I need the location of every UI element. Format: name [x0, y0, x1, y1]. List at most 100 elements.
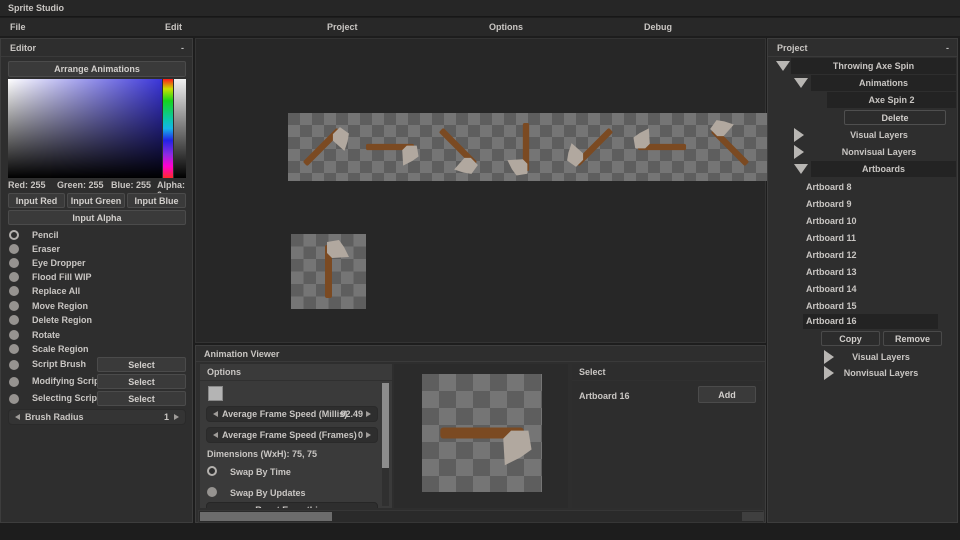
radio-icon[interactable] — [9, 344, 19, 354]
tree-node-root[interactable]: Throwing Axe Spin — [768, 58, 957, 75]
tool-flood-fill[interactable]: Flood Fill WIP — [9, 271, 184, 283]
axe-frame-6[interactable] — [628, 113, 696, 181]
script-brush-select-button[interactable]: Select — [97, 357, 186, 372]
radio-icon[interactable] — [9, 315, 19, 325]
artboard-visual-layers-label[interactable]: Visual Layers — [830, 349, 932, 365]
radio-icon[interactable] — [9, 394, 19, 404]
tool-modifying-script-brush[interactable]: Modifying Script Brush Select — [9, 375, 184, 387]
artboards-label[interactable]: Artboards — [811, 161, 956, 177]
copy-artboard-button[interactable]: Copy — [821, 331, 880, 346]
animation-preview[interactable] — [422, 374, 542, 492]
radio-icon[interactable] — [9, 360, 19, 370]
artboard-item-12[interactable]: Artboard 12 — [806, 248, 857, 263]
artboard-item-9[interactable]: Artboard 9 — [806, 197, 852, 212]
animation-strip[interactable] — [288, 113, 768, 181]
radio-icon[interactable] — [9, 330, 19, 340]
radio-icon[interactable] — [9, 286, 19, 296]
radio-icon[interactable] — [9, 377, 19, 387]
tool-eye-dropper[interactable]: Eye Dropper — [9, 257, 184, 269]
input-green-button[interactable]: Input Green — [67, 193, 125, 208]
artboard-item-13[interactable]: Artboard 13 — [806, 265, 857, 280]
expand-triangle-icon[interactable] — [794, 78, 808, 88]
edit-frame[interactable] — [291, 234, 366, 309]
increment-arrow-icon[interactable] — [174, 414, 179, 420]
expand-triangle-icon[interactable] — [794, 164, 808, 174]
input-alpha-button[interactable]: Input Alpha — [8, 210, 186, 225]
radio-icon[interactable] — [9, 258, 19, 268]
tree-node-animations[interactable]: Animations — [768, 75, 957, 92]
artboard-item-16-selected[interactable]: Artboard 16 — [803, 314, 938, 329]
color-hue-slider[interactable] — [163, 79, 173, 178]
menu-file[interactable]: File — [10, 18, 26, 36]
color-saturation-value-picker[interactable] — [8, 79, 162, 178]
options-scrollbar-thumb[interactable] — [382, 383, 389, 468]
nonvisual-layers-label[interactable]: Nonvisual Layers — [811, 144, 947, 160]
increment-arrow-icon[interactable] — [366, 411, 371, 417]
tool-script-brush[interactable]: Script Brush Select — [9, 358, 184, 370]
tree-node-artboards[interactable]: Artboards — [768, 161, 957, 178]
reset-everything-button[interactable]: Reset Everything — [206, 502, 378, 508]
radio-icon[interactable] — [207, 466, 217, 476]
tool-eraser[interactable]: Eraser — [9, 243, 184, 255]
radio-icon[interactable] — [9, 272, 19, 282]
tree-node-visual-layers[interactable]: Visual Layers — [768, 127, 957, 143]
scrollbar-corner[interactable] — [742, 512, 764, 521]
tree-root-label[interactable]: Throwing Axe Spin — [791, 58, 956, 74]
radio-icon[interactable] — [9, 244, 19, 254]
animation-name-label[interactable]: Axe Spin 2 — [827, 92, 956, 108]
artboard-item-15[interactable]: Artboard 15 — [806, 299, 857, 314]
frame-speed-millis-stepper[interactable]: Average Frame Speed (Millis) 92.49 — [206, 406, 378, 422]
tree-node-artboard-nonvisual-layers[interactable]: Nonvisual Layers — [768, 365, 957, 381]
tree-node-nonvisual-layers[interactable]: Nonvisual Layers — [768, 144, 957, 160]
tool-move-region[interactable]: Move Region — [9, 300, 184, 312]
artboard-nonvisual-layers-label[interactable]: Nonvisual Layers — [830, 365, 932, 381]
decrement-arrow-icon[interactable] — [213, 411, 218, 417]
axe-frame-1[interactable] — [288, 113, 356, 181]
decrement-arrow-icon[interactable] — [15, 414, 20, 420]
selecting-script-brush-select-button[interactable]: Select — [97, 391, 186, 406]
input-red-button[interactable]: Input Red — [8, 193, 65, 208]
axe-frame-7[interactable] — [696, 113, 764, 181]
artboard-item-10[interactable]: Artboard 10 — [806, 214, 857, 229]
sprite-canvas[interactable] — [195, 38, 766, 343]
horizontal-scrollbar-thumb[interactable] — [200, 512, 332, 521]
decrement-arrow-icon[interactable] — [213, 432, 218, 438]
radio-icon[interactable] — [9, 230, 19, 240]
visual-layers-label[interactable]: Visual Layers — [811, 127, 947, 143]
collapsed-triangle-icon[interactable] — [794, 128, 804, 142]
frame-speed-frames-stepper[interactable]: Average Frame Speed (Frames) 0 — [206, 427, 378, 443]
color-swatch[interactable] — [208, 386, 223, 401]
axe-frame-2[interactable] — [356, 113, 424, 181]
tree-node-artboard-visual-layers[interactable]: Visual Layers — [768, 349, 957, 365]
swap-by-time-radio[interactable]: Swap By Time — [207, 466, 377, 478]
increment-arrow-icon[interactable] — [366, 432, 371, 438]
tool-replace-all[interactable]: Replace All — [9, 285, 184, 297]
artboard-item-8[interactable]: Artboard 8 — [806, 180, 852, 195]
remove-artboard-button[interactable]: Remove — [883, 331, 942, 346]
menu-edit[interactable]: Edit — [165, 18, 182, 36]
collapsed-triangle-icon[interactable] — [794, 145, 804, 159]
radio-icon[interactable] — [9, 301, 19, 311]
color-alpha-slider[interactable] — [174, 79, 186, 178]
animations-label[interactable]: Animations — [811, 75, 956, 91]
project-collapse-icon[interactable]: - — [946, 39, 949, 57]
options-scrollbar[interactable] — [382, 383, 389, 506]
menu-project[interactable]: Project — [327, 18, 358, 36]
brush-radius-stepper[interactable]: Brush Radius 1 — [8, 409, 186, 425]
tool-selecting-script-brush[interactable]: Selecting Script Brush Select — [9, 392, 184, 404]
axe-frame-3[interactable] — [424, 113, 492, 181]
swap-by-updates-radio[interactable]: Swap By Updates — [207, 487, 377, 499]
tree-node-animation-item[interactable]: Axe Spin 2 — [768, 92, 957, 109]
axe-frame-4[interactable] — [492, 113, 560, 181]
axe-frame-5[interactable] — [560, 113, 628, 181]
delete-animation-button[interactable]: Delete — [844, 110, 946, 125]
modifying-script-brush-select-button[interactable]: Select — [97, 374, 186, 389]
tool-pencil[interactable]: Pencil — [9, 229, 184, 241]
tool-scale-region[interactable]: Scale Region — [9, 343, 184, 355]
menu-debug[interactable]: Debug — [644, 18, 672, 36]
tool-delete-region[interactable]: Delete Region — [9, 314, 184, 326]
input-blue-button[interactable]: Input Blue — [127, 193, 186, 208]
artboard-item-14[interactable]: Artboard 14 — [806, 282, 857, 297]
add-button[interactable]: Add — [698, 386, 756, 403]
menu-options[interactable]: Options — [489, 18, 523, 36]
